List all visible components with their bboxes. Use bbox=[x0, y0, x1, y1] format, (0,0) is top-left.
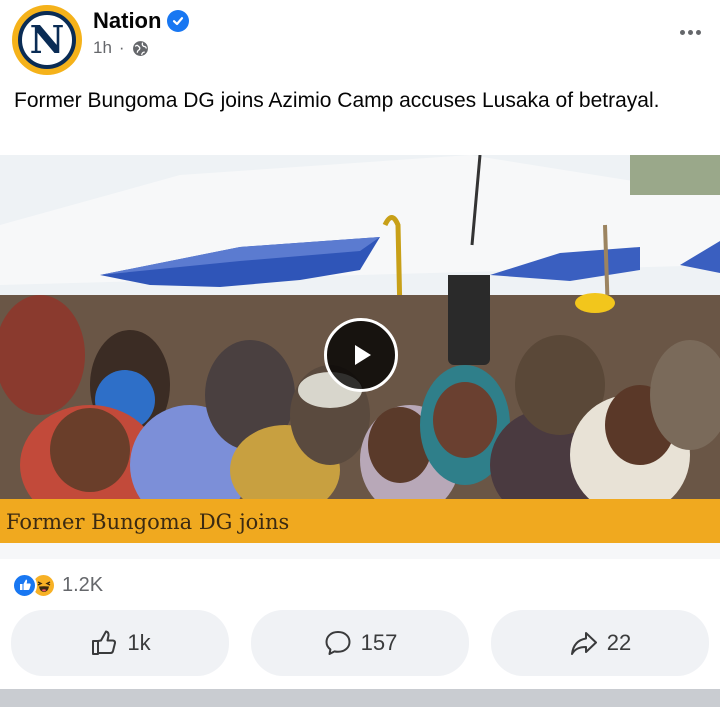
like-count: 1k bbox=[127, 630, 151, 655]
post-caption: Former Bungoma DG joins Azimio Camp accu… bbox=[14, 89, 660, 112]
post-meta: 1h · bbox=[93, 38, 149, 58]
more-dot-icon bbox=[679, 29, 685, 35]
comment-button[interactable]: 157 bbox=[251, 610, 469, 676]
play-icon bbox=[355, 345, 371, 365]
post-actions-bar: 1k 157 22 bbox=[11, 610, 709, 676]
video-banner-text: Former Bungoma DG joins bbox=[6, 510, 290, 534]
reaction-count: 1.2K bbox=[62, 573, 104, 596]
play-button[interactable] bbox=[324, 318, 398, 392]
reactions-summary[interactable]: 1.2K bbox=[12, 571, 103, 599]
post-header: N Nation 1h · bbox=[0, 0, 720, 80]
page-name[interactable]: Nation bbox=[93, 8, 161, 34]
video-player[interactable]: Former Bungoma DG joins bbox=[0, 155, 720, 559]
meta-separator: · bbox=[118, 38, 125, 57]
nation-logo: N bbox=[18, 11, 76, 69]
more-dot-icon bbox=[695, 29, 701, 35]
comment-icon bbox=[325, 631, 351, 655]
page-avatar[interactable]: N bbox=[12, 5, 82, 75]
thumbs-up-icon bbox=[92, 630, 117, 655]
post-time[interactable]: 1h bbox=[93, 38, 112, 58]
like-button[interactable]: 1k bbox=[11, 610, 229, 676]
more-options-button[interactable] bbox=[674, 20, 706, 44]
share-button[interactable]: 22 bbox=[491, 610, 709, 676]
like-icon bbox=[12, 572, 37, 598]
post-divider bbox=[0, 689, 720, 707]
globe-icon bbox=[132, 40, 148, 56]
page-name-row: Nation bbox=[93, 8, 190, 34]
video-bottom-strip bbox=[0, 543, 720, 559]
share-count: 22 bbox=[606, 630, 632, 655]
more-dot-icon bbox=[687, 29, 693, 35]
share-icon bbox=[570, 632, 597, 655]
comment-count: 157 bbox=[360, 630, 398, 655]
verified-badge-icon bbox=[167, 10, 190, 32]
